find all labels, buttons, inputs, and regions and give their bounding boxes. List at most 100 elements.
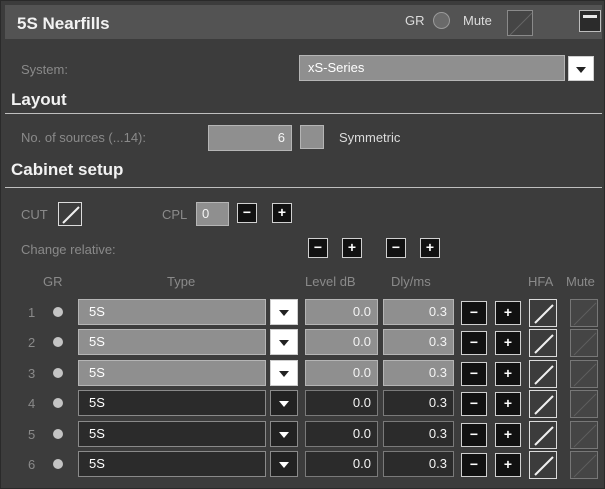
row-hfa-toggle[interactable] bbox=[529, 329, 557, 357]
master-mute-toggle[interactable] bbox=[507, 10, 533, 36]
system-value: xS-Series bbox=[308, 60, 365, 75]
row-type-select[interactable]: 5S bbox=[78, 299, 266, 325]
row-delay-input[interactable]: 0.3 bbox=[383, 451, 454, 477]
row-gr-indicator[interactable] bbox=[53, 429, 63, 439]
layout-divider bbox=[5, 113, 602, 114]
row-level-input[interactable]: 0.0 bbox=[305, 390, 378, 416]
row-mute-toggle[interactable] bbox=[570, 299, 598, 327]
row-type-dropdown-button[interactable] bbox=[270, 390, 298, 416]
row-delay-plus-button[interactable]: + bbox=[495, 453, 521, 477]
row-type-dropdown-button[interactable] bbox=[270, 421, 298, 447]
row-level-input[interactable]: 0.0 bbox=[305, 421, 378, 447]
row-hfa-toggle[interactable] bbox=[529, 421, 557, 449]
row-hfa-toggle[interactable] bbox=[529, 299, 557, 327]
sources-input[interactable]: 6 bbox=[208, 125, 292, 151]
gr-indicator[interactable] bbox=[433, 12, 450, 29]
row-mute-toggle[interactable] bbox=[570, 390, 598, 418]
row-type-dropdown-button[interactable] bbox=[270, 299, 298, 325]
row-delay-minus-button[interactable]: − bbox=[461, 301, 487, 325]
cpl-input[interactable]: 0 bbox=[196, 202, 229, 226]
row-gr-indicator[interactable] bbox=[53, 307, 63, 317]
row-type-select[interactable]: 5S bbox=[78, 329, 266, 355]
column-header-mute: Mute bbox=[566, 274, 595, 289]
delay-relative-minus-button[interactable]: − bbox=[386, 238, 406, 258]
row-delay-input[interactable]: 0.3 bbox=[383, 329, 454, 355]
system-dropdown-button[interactable] bbox=[568, 56, 594, 81]
column-header-delay: Dly/ms bbox=[391, 274, 431, 289]
delay-relative-plus-button[interactable]: + bbox=[420, 238, 440, 258]
row-level-input[interactable]: 0.0 bbox=[305, 451, 378, 477]
row-type-value: 5S bbox=[89, 304, 105, 319]
row-type-dropdown-button[interactable] bbox=[270, 329, 298, 355]
gr-label: GR bbox=[405, 13, 425, 28]
row-number: 4 bbox=[28, 396, 36, 411]
row-gr-indicator[interactable] bbox=[53, 398, 63, 408]
nearfills-panel: 5S Nearfills GR Mute System: xS-Series L… bbox=[0, 0, 605, 489]
cpl-plus-button[interactable]: + bbox=[272, 203, 292, 223]
row-type-dropdown-button[interactable] bbox=[270, 451, 298, 477]
symmetric-label: Symmetric bbox=[339, 130, 401, 145]
row-delay-plus-button[interactable]: + bbox=[495, 331, 521, 355]
cut-label: CUT bbox=[21, 207, 48, 222]
row-delay-minus-button[interactable]: − bbox=[461, 423, 487, 447]
row-delay-minus-button[interactable]: − bbox=[461, 331, 487, 355]
row-hfa-toggle[interactable] bbox=[529, 360, 557, 388]
row-gr-indicator[interactable] bbox=[53, 337, 63, 347]
system-label: System: bbox=[21, 62, 68, 77]
row-gr-indicator[interactable] bbox=[53, 368, 63, 378]
row-hfa-toggle[interactable] bbox=[529, 390, 557, 418]
row-delay-minus-button[interactable]: − bbox=[461, 362, 487, 386]
level-relative-minus-button[interactable]: − bbox=[308, 238, 328, 258]
cabinet-divider bbox=[5, 187, 602, 188]
layout-heading: Layout bbox=[11, 90, 67, 109]
minimize-button[interactable] bbox=[579, 10, 601, 32]
row-type-select[interactable]: 5S bbox=[78, 421, 266, 447]
row-level-input[interactable]: 0.0 bbox=[305, 329, 378, 355]
level-relative-plus-button[interactable]: + bbox=[342, 238, 362, 258]
row-level-input[interactable]: 0.0 bbox=[305, 360, 378, 386]
row-mute-toggle[interactable] bbox=[570, 451, 598, 479]
cpl-label: CPL bbox=[162, 207, 188, 222]
mute-label: Mute bbox=[463, 13, 492, 28]
symmetric-checkbox[interactable] bbox=[300, 125, 324, 149]
row-delay-input[interactable]: 0.3 bbox=[383, 421, 454, 447]
row-level-input[interactable]: 0.0 bbox=[305, 299, 378, 325]
cpl-minus-button[interactable]: − bbox=[237, 203, 257, 223]
column-header-gr: GR bbox=[43, 274, 63, 289]
row-delay-plus-button[interactable]: + bbox=[495, 392, 521, 416]
row-gr-indicator[interactable] bbox=[53, 459, 63, 469]
column-header-hfa: HFA bbox=[528, 274, 554, 289]
row-number: 5 bbox=[28, 427, 36, 442]
row-type-value: 5S bbox=[89, 395, 105, 410]
row-type-value: 5S bbox=[89, 334, 105, 349]
row-delay-plus-button[interactable]: + bbox=[495, 362, 521, 386]
row-number: 6 bbox=[28, 457, 36, 472]
row-type-dropdown-button[interactable] bbox=[270, 360, 298, 386]
sources-label: No. of sources (...14): bbox=[21, 130, 146, 145]
row-type-select[interactable]: 5S bbox=[78, 360, 266, 386]
row-type-value: 5S bbox=[89, 456, 105, 471]
row-mute-toggle[interactable] bbox=[570, 360, 598, 388]
row-delay-input[interactable]: 0.3 bbox=[383, 390, 454, 416]
change-relative-label: Change relative: bbox=[21, 242, 116, 257]
row-type-select[interactable]: 5S bbox=[78, 390, 266, 416]
row-number: 3 bbox=[28, 366, 36, 381]
row-delay-minus-button[interactable]: − bbox=[461, 392, 487, 416]
system-select[interactable]: xS-Series bbox=[299, 55, 565, 81]
row-delay-minus-button[interactable]: − bbox=[461, 453, 487, 477]
row-hfa-toggle[interactable] bbox=[529, 451, 557, 479]
row-delay-plus-button[interactable]: + bbox=[495, 423, 521, 447]
row-number: 1 bbox=[28, 305, 36, 320]
panel-title: 5S Nearfills bbox=[17, 14, 110, 33]
cabinet-heading: Cabinet setup bbox=[11, 160, 124, 179]
row-delay-input[interactable]: 0.3 bbox=[383, 299, 454, 325]
row-type-select[interactable]: 5S bbox=[78, 451, 266, 477]
row-delay-plus-button[interactable]: + bbox=[495, 301, 521, 325]
row-number: 2 bbox=[28, 335, 36, 350]
row-mute-toggle[interactable] bbox=[570, 329, 598, 357]
cut-toggle[interactable] bbox=[58, 202, 82, 226]
column-header-type: Type bbox=[167, 274, 196, 289]
row-mute-toggle[interactable] bbox=[570, 421, 598, 449]
row-delay-input[interactable]: 0.3 bbox=[383, 360, 454, 386]
row-type-value: 5S bbox=[89, 365, 105, 380]
